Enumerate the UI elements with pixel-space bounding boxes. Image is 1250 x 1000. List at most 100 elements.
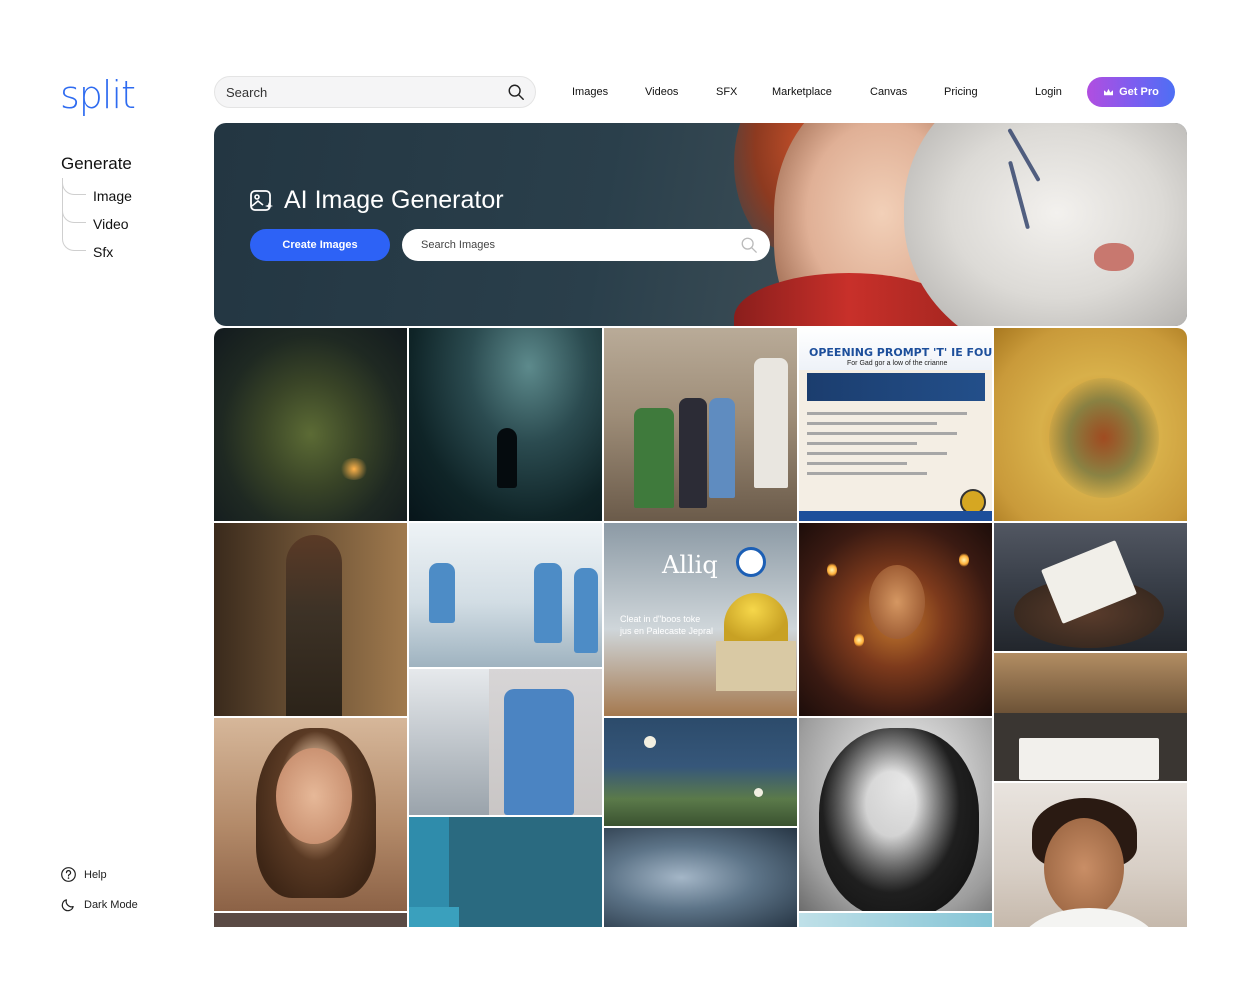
ad-logo: Alliq [662,551,718,579]
sidebar-item-sfx[interactable]: Sfx [93,244,113,260]
app-logo[interactable]: split [60,72,136,118]
nav-sfx[interactable]: SFX [716,86,737,98]
hero-banner: AI Image Generator Create Images [214,123,1187,326]
moon [644,736,656,748]
help-icon [61,867,76,882]
moon-icon [61,899,74,912]
figure-hair [819,728,979,911]
gallery-image-medical-lab[interactable] [409,523,602,667]
help-link[interactable]: Help [60,866,107,883]
machine [409,669,489,815]
gallery-image-chinese-painting[interactable] [994,328,1187,521]
painting-figure [1049,378,1159,498]
poster-text-line [807,462,907,465]
hero-search-input[interactable] [421,239,740,251]
dark-mode-toggle[interactable]: Dark Mode [60,896,138,913]
get-pro-button[interactable]: Get Pro [1087,77,1175,107]
gallery-image-surgeons[interactable] [409,817,602,927]
gallery-image-sleeping-man[interactable] [604,828,797,927]
candle-flame [827,563,837,577]
moon [754,788,763,797]
dome-base [716,641,796,691]
image-gallery: Alliq Cleat in d"boos toke jus en Paleca… [214,328,1187,927]
image-sparkle-icon [250,189,273,211]
poster-subtitle: For Gad gor a low of the crianne [847,360,948,367]
help-label: Help [84,868,107,881]
gallery-image-children-street[interactable] [604,328,797,521]
figure [679,398,707,508]
dark-mode-label: Dark Mode [84,898,138,911]
sidebar-item-video[interactable]: Video [93,216,129,232]
gallery-image-candle-woman[interactable] [799,523,992,716]
poster-text-line [807,432,957,435]
figure-face [276,748,352,844]
ad-text-line-1: Cleat in d"boos toke [620,614,701,624]
book [1019,738,1159,780]
poster-text-line [807,412,967,415]
search-input[interactable] [226,84,507,100]
login-link[interactable]: Login [1035,86,1062,98]
figure-face [1044,818,1124,918]
gallery-image-ad-dome[interactable]: Alliq Cleat in d"boos toke jus en Paleca… [604,523,797,716]
gallery-image-bw-portrait[interactable] [799,718,992,911]
hero-title-text: AI Image Generator [284,186,504,214]
gallery-image-minecraft-castle[interactable] [214,328,407,521]
figure [534,563,562,643]
figure [409,817,449,907]
figure [409,907,459,927]
lobby-background [994,653,1187,713]
poster-footer [799,511,992,521]
sidebar-item-image[interactable]: Image [93,188,132,204]
silhouette [497,428,517,488]
figure [504,689,574,815]
search-bar[interactable] [214,76,536,108]
figure [286,535,342,716]
tree-connector [62,178,86,251]
candle-flame [959,553,969,567]
candle-flame [854,633,864,647]
campfire-glow [339,458,369,480]
search-icon[interactable] [507,83,525,101]
poster-text-line [807,472,927,475]
nav-images[interactable]: Images [572,86,608,98]
chef-coat [1019,908,1159,927]
nav-marketplace[interactable]: Marketplace [772,86,832,98]
gallery-image-technician[interactable] [409,669,602,815]
gallery-image-foggy-street[interactable] [409,328,602,521]
poster-photo-band [807,373,985,401]
hero-search-bar[interactable] [402,229,770,261]
nav-pricing[interactable]: Pricing [944,86,978,98]
gallery-image-lobby-book[interactable] [994,653,1187,781]
figure-face [869,565,925,639]
hero-art-white-tiger [904,123,1187,326]
poster-title: OPEENING PROMPT 'T' IE FOURNIUN CLKT [809,346,992,359]
golden-dome [724,593,788,641]
nav-videos[interactable]: Videos [645,86,678,98]
hero-title: AI Image Generator [249,186,504,215]
figure [709,398,735,498]
create-images-button[interactable]: Create Images [250,229,390,261]
ad-seal [736,547,766,577]
figure [429,563,455,623]
gallery-image-partial[interactable] [214,913,407,927]
sidebar-section-title[interactable]: Generate [61,154,132,174]
gallery-image-woman-portrait[interactable] [214,718,407,911]
figure [754,358,788,488]
figure [634,408,674,508]
poster-text-line [807,442,917,445]
gallery-image-poster[interactable]: OPEENING PROMPT 'T' IE FOURNIUN CLKT For… [799,328,992,521]
get-pro-label: Get Pro [1119,86,1159,98]
poster-text-line [807,422,937,425]
figure [574,568,598,653]
gallery-image-book-table[interactable] [994,523,1187,651]
crown-icon [1104,88,1114,95]
poster-text-line [807,452,947,455]
ad-text-line-2: jus en Palecaste Jepral [620,626,714,636]
gallery-image-smiling-chef[interactable] [994,783,1187,927]
search-icon[interactable] [740,236,758,254]
gallery-image-woman-hallway[interactable] [214,523,407,716]
ad-text: Cleat in d"boos toke jus en Palecaste Je… [620,613,713,637]
gallery-image-night-landscape[interactable] [604,718,797,826]
gallery-image-partial[interactable] [799,913,992,927]
nav-canvas[interactable]: Canvas [870,86,907,98]
